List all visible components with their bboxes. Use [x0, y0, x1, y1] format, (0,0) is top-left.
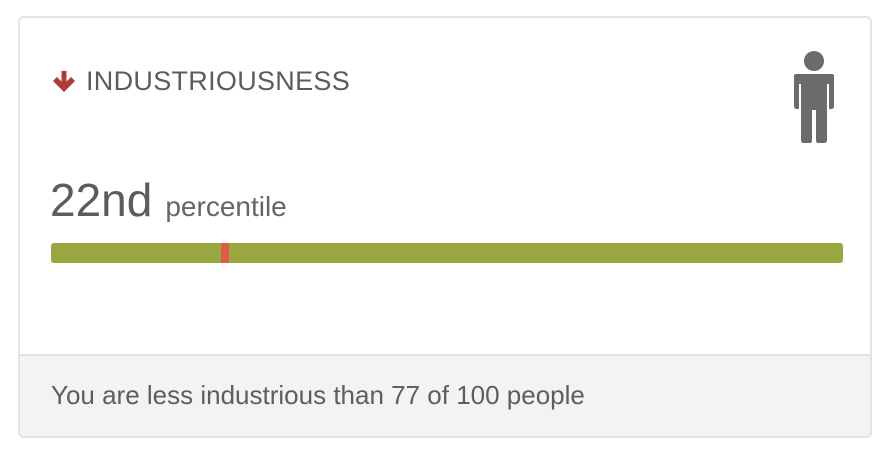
comparison-text: You are less industrious than 77 of 100 … — [51, 380, 585, 410]
card-body: INDUSTRIOUSNESS 22nd percentile — [20, 18, 870, 356]
trait-name: INDUSTRIOUSNESS — [86, 66, 351, 96]
trait-header: INDUSTRIOUSNESS — [51, 66, 350, 97]
percentile-row: 22nd percentile — [50, 173, 287, 227]
percentile-label: percentile — [165, 191, 287, 222]
percentile-marker — [221, 243, 230, 263]
card-footer: You are less industrious than 77 of 100 … — [20, 354, 870, 436]
percentile-bar — [51, 243, 843, 263]
person-icon — [794, 51, 834, 143]
trait-card: INDUSTRIOUSNESS 22nd percentile You are … — [18, 16, 872, 438]
arrow-down-icon — [53, 70, 75, 92]
percentile-value: 22nd — [50, 174, 153, 226]
